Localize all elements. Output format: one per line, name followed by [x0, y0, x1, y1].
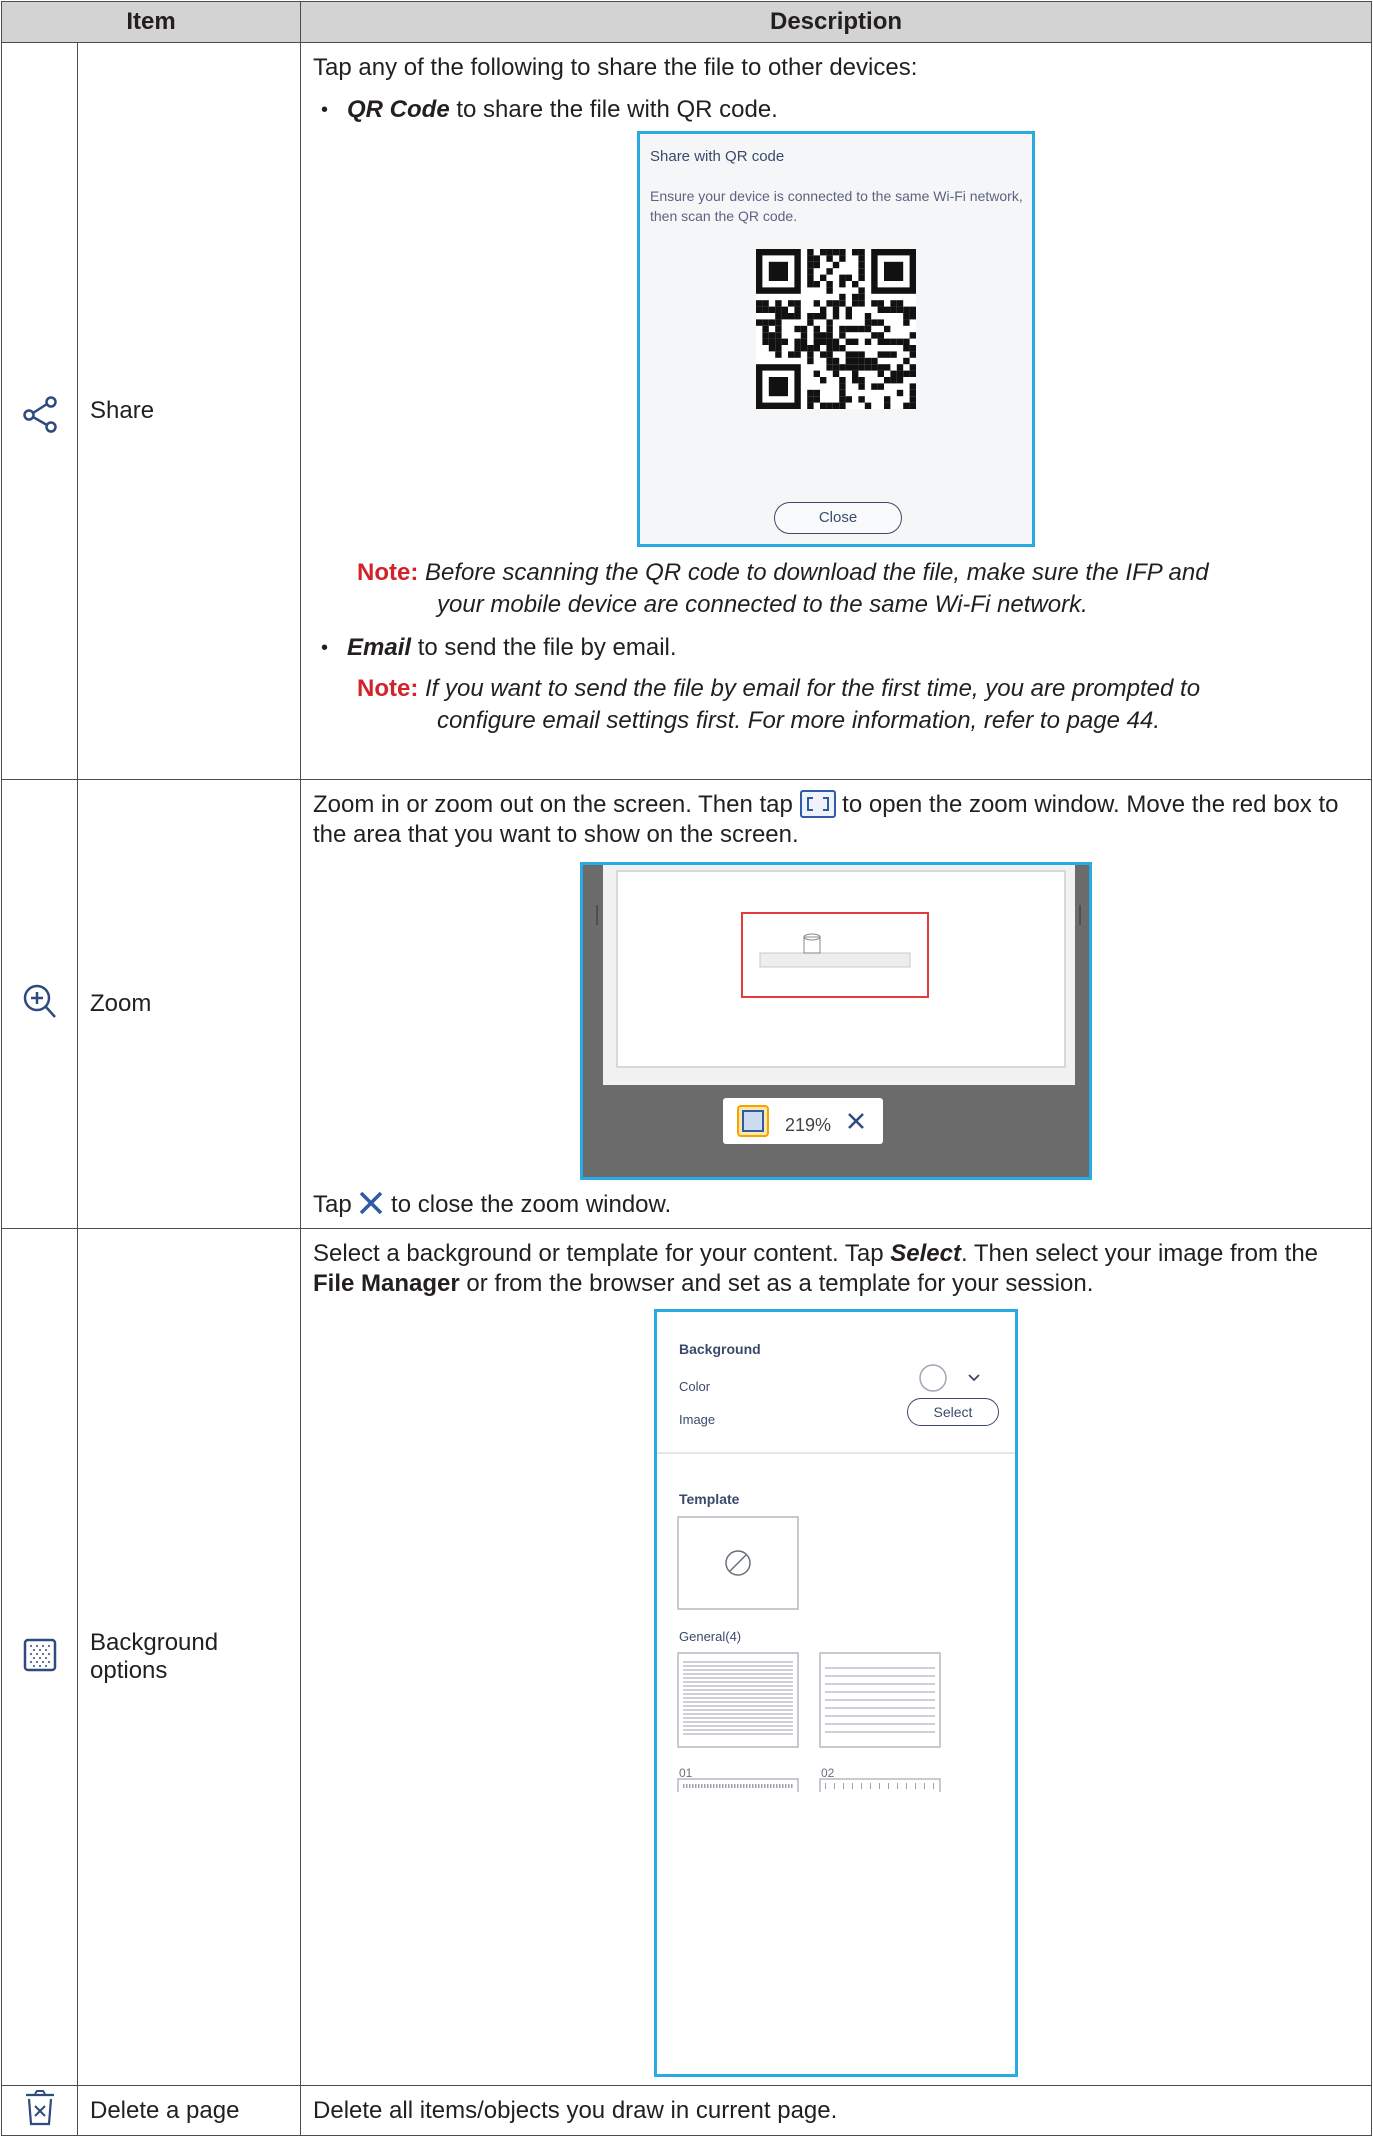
note-qr-line1: Before scanning the QR code to download … [418, 559, 1209, 586]
qr-close-button[interactable]: Close [774, 502, 902, 534]
zoom-percentage: 219% [785, 1115, 832, 1135]
background-panel-screenshot: Background Color Image Select Template G… [654, 1309, 1018, 2077]
table-header-row: Item Description [0, 1, 1372, 43]
qr-dialog-screenshot: Share with QR code Ensure your device is… [637, 131, 1035, 547]
share-note-email: Note: If you want to send the file by em… [357, 673, 1359, 737]
zoom-control-bar: 219% [723, 1098, 883, 1144]
background-description: Select a background or template for your… [300, 1228, 1372, 2086]
note-label: Note: [357, 675, 419, 702]
panel-template-title: Template [679, 1491, 740, 1507]
note-qr-line2: your mobile device are connected to the … [437, 591, 1088, 618]
qr-dialog-title: Share with QR code [650, 148, 785, 165]
zoom-window-screenshot: 219% [580, 862, 1092, 1180]
bg-text-2: . Then select your image from the [960, 1240, 1319, 1267]
zoom-close-icon[interactable] [847, 1112, 865, 1130]
qr-code-term: QR Code [347, 96, 450, 123]
table-row-delete: Delete a page Delete all items/objects y… [1, 2085, 1372, 2136]
qr-code-image [756, 249, 916, 409]
delete-name: Delete a page [76, 2085, 302, 2136]
panel-background-title: Background [679, 1341, 761, 1357]
feature-table: Item Description Share Tap any of the fo… [0, 1, 1372, 2136]
template-thumb-03[interactable] [677, 1778, 799, 1792]
share-note-qr: Note: Before scanning the QR code to dow… [357, 557, 1359, 621]
share-name: Share [76, 42, 302, 780]
zoom-close-after: to close the zoom window. [384, 1191, 672, 1218]
zoom-name: Zoom [76, 779, 302, 1229]
note-email-line1: If you want to send the file by email fo… [418, 675, 1201, 702]
zoom-close-before: Tap [313, 1191, 359, 1218]
template-thumb-04[interactable] [819, 1778, 941, 1792]
file-manager-term: File Manager [313, 1270, 460, 1297]
manual-page: Item Description Share Tap any of the fo… [0, 0, 1373, 2136]
email-term: Email [347, 634, 412, 661]
zoom-close-instructions: Tap to close the zoom window. [313, 1190, 1359, 1220]
zoom-instructions: Zoom in or zoom out on the screen. Then … [313, 790, 1359, 850]
share-icon [1, 42, 78, 780]
panel-divider [657, 1452, 1015, 1454]
qr-dialog-message: Ensure your device is connected to the s… [650, 188, 1023, 224]
no-template-icon[interactable] [677, 1516, 799, 1610]
share-qr-bullet: QR Code to share the file with QR code. [313, 95, 1359, 125]
image-select-button[interactable]: Select [907, 1398, 999, 1426]
panel-image-label: Image [679, 1412, 716, 1427]
bg-text-1: Select a background or template for your… [313, 1240, 891, 1267]
zoom-in-icon [1, 779, 78, 1229]
color-picker-chevron-icon[interactable] [919, 1362, 983, 1394]
template-thumb-01[interactable] [677, 1652, 799, 1748]
email-text: to send the file by email. [411, 634, 677, 661]
share-description: Tap any of the following to share the fi… [300, 42, 1372, 780]
template-thumb-02[interactable] [819, 1652, 941, 1748]
background-pattern-icon [1, 1228, 78, 2086]
select-term: Select [890, 1240, 961, 1267]
table-row-zoom: Zoom Zoom in or zoom out on the screen. … [1, 779, 1372, 1229]
panel-general-label: General(4) [679, 1629, 742, 1644]
table-row-background: Background options Select a background o… [1, 1228, 1372, 2086]
table-row-share: Share Tap any of the following to share … [1, 42, 1372, 780]
delete-description: Delete all items/objects you draw in cur… [300, 2085, 1372, 2136]
zoom-fullscreen-icon[interactable] [737, 1105, 769, 1137]
fullscreen-icon [799, 790, 836, 818]
background-name: Background options [76, 1228, 302, 2086]
note-email-line2: configure email settings first. For more… [437, 707, 1161, 734]
header-item: Item [0, 1, 302, 43]
close-x-icon [360, 1191, 383, 1215]
note-label: Note: [357, 559, 419, 586]
header-description: Description [300, 1, 1372, 43]
background-instructions: Select a background or template for your… [313, 1239, 1359, 1299]
zoom-description: Zoom in or zoom out on the screen. Then … [300, 779, 1372, 1229]
delete-page-icon [1, 2085, 78, 2136]
share-intro: Tap any of the following to share the fi… [313, 54, 918, 81]
bg-text-3: or from the browser and set as a templat… [459, 1270, 1094, 1297]
qr-code-text: to share the file with QR code. [449, 96, 778, 123]
panel-color-label: Color [679, 1379, 711, 1394]
zoom-text-before: Zoom in or zoom out on the screen. Then … [313, 791, 800, 818]
share-email-bullet: Email to send the file by email. [313, 633, 1359, 663]
